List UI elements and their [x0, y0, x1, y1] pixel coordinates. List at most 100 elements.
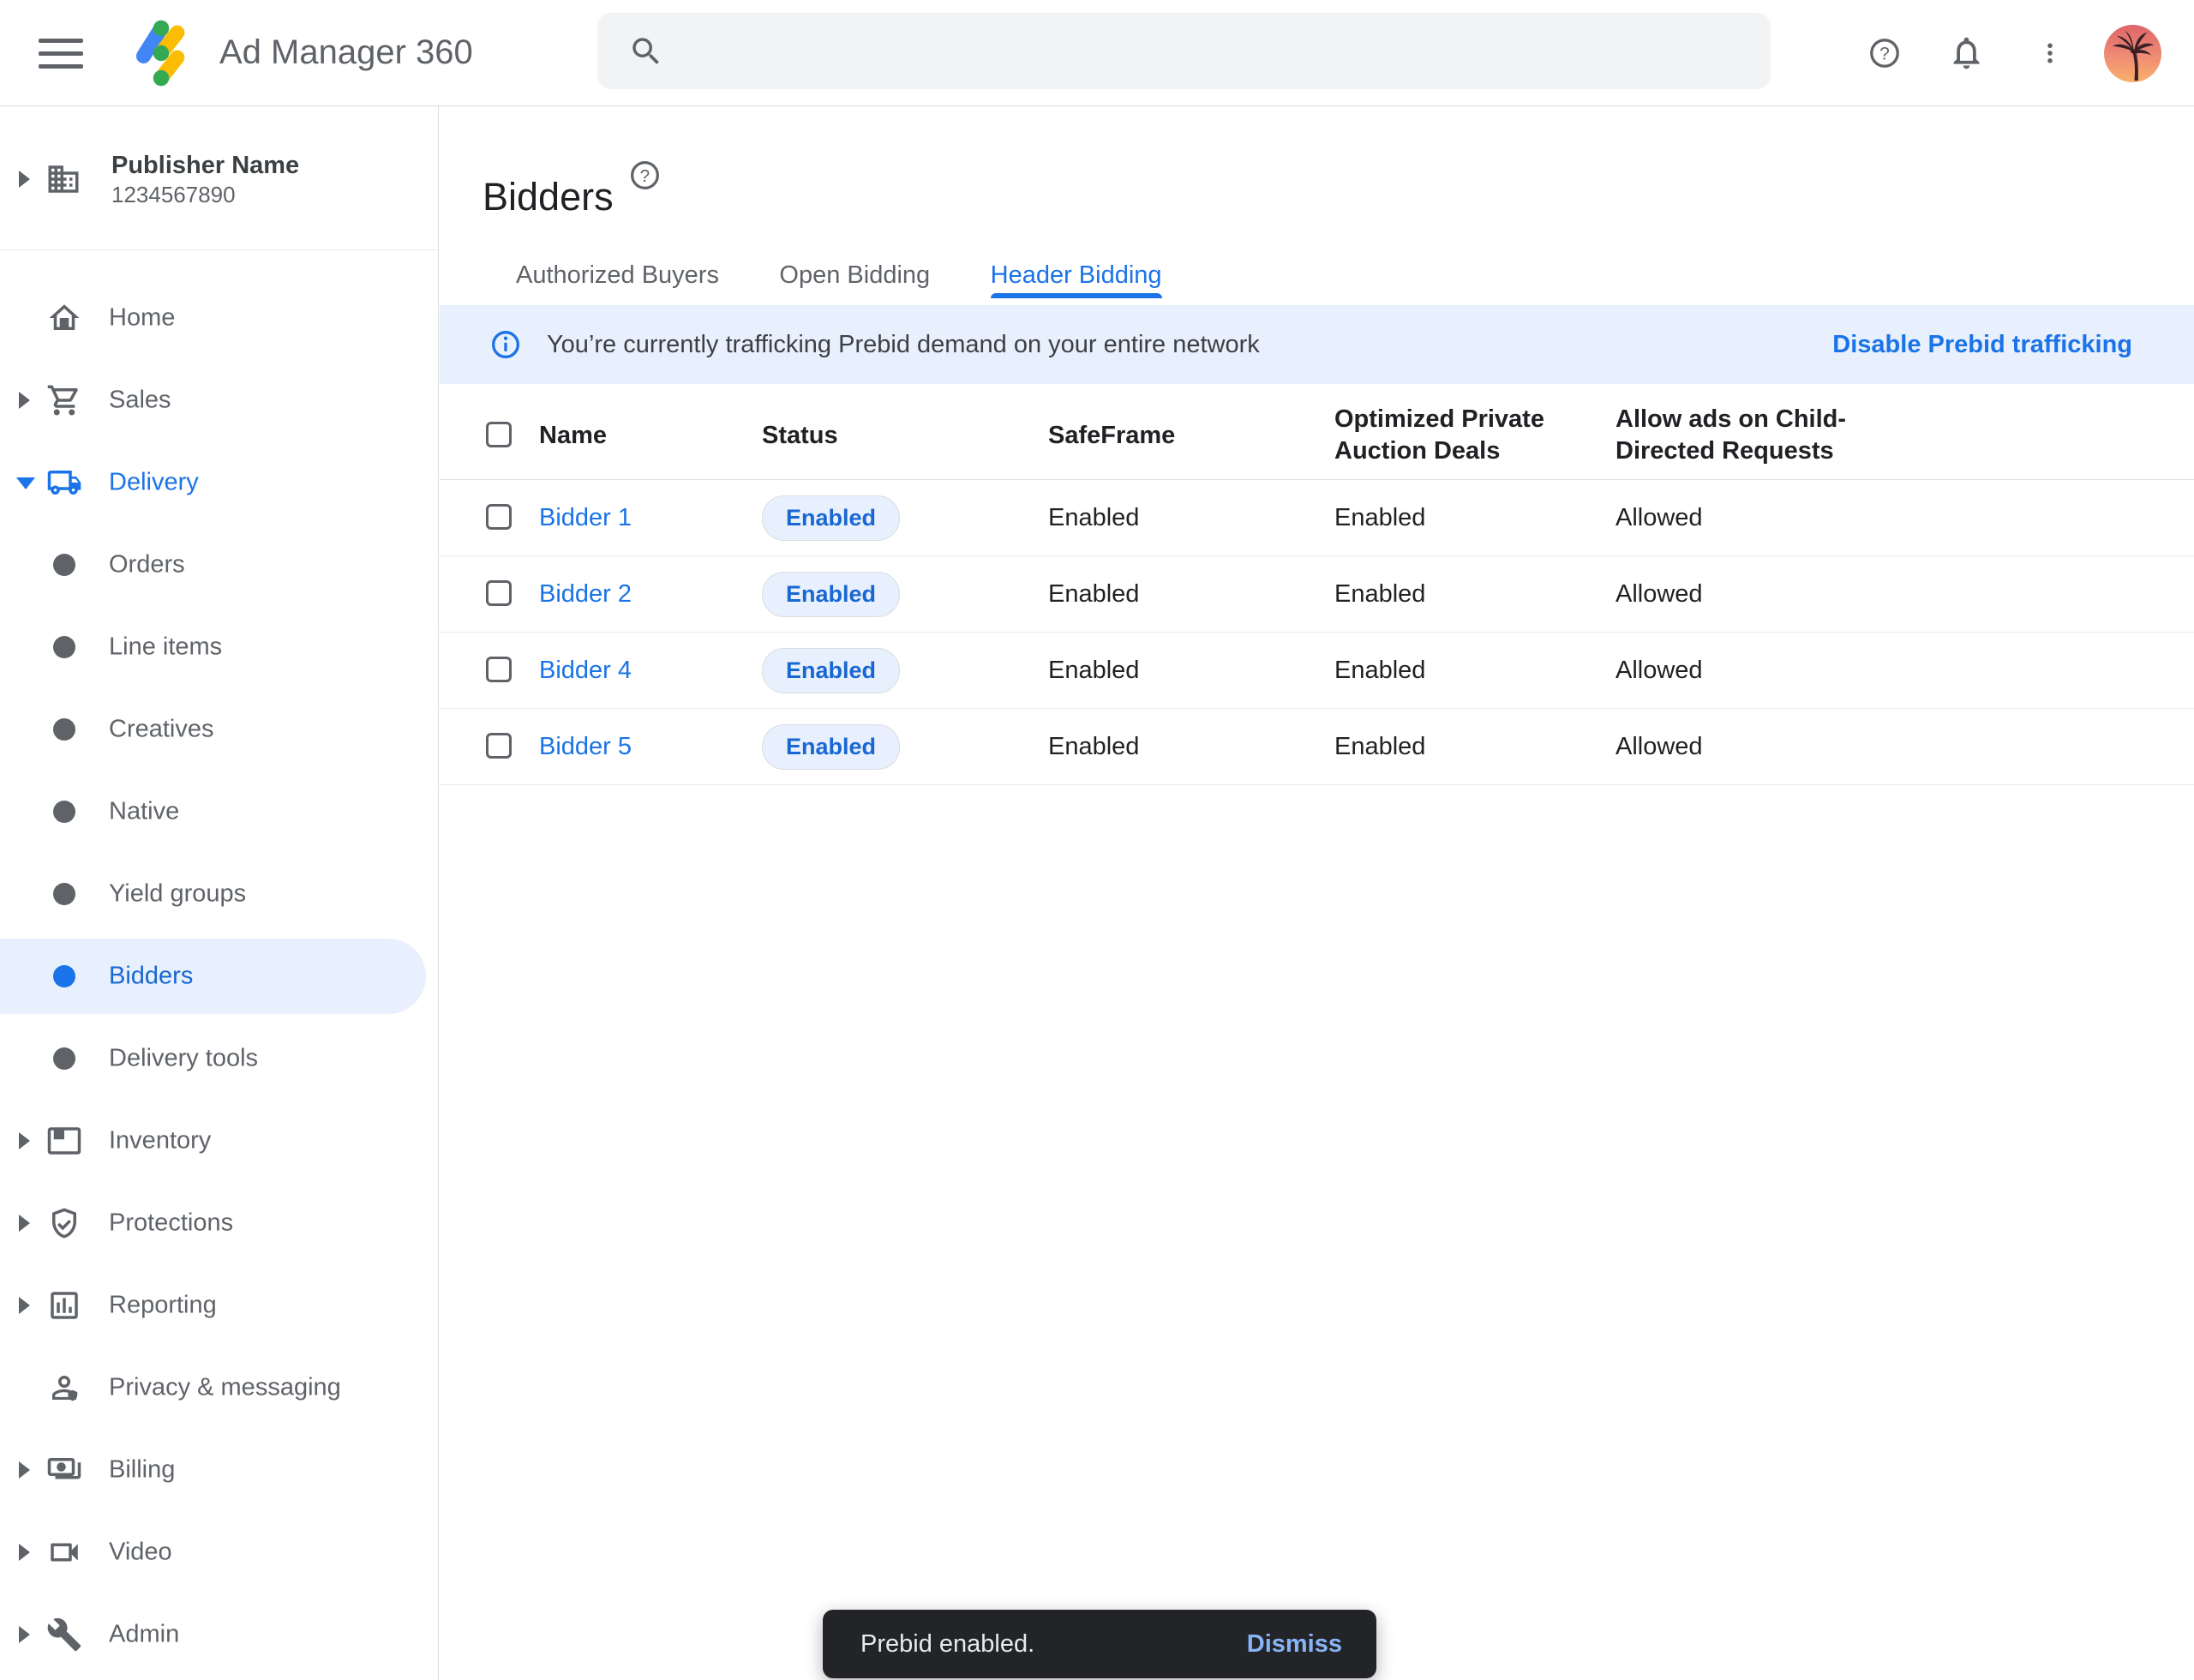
sidebar-item-yield-groups[interactable]: Yield groups	[0, 856, 438, 932]
banner-message: You’re currently trafficking Prebid dema…	[547, 331, 1260, 359]
svg-text:?: ?	[640, 166, 650, 186]
sidebar-item-video[interactable]: Video	[0, 1515, 438, 1590]
account-avatar[interactable]	[2104, 25, 2161, 82]
shield-check-icon	[46, 1205, 82, 1241]
disable-prebid-trafficking-link[interactable]: Disable Prebid trafficking	[1827, 330, 2137, 360]
sidebar-item-label: Native	[109, 798, 179, 826]
column-header-safeframe: SafeFrame	[1048, 420, 1334, 452]
sidebar-item-reporting[interactable]: Reporting	[0, 1268, 438, 1343]
sidebar-item-delivery-tools[interactable]: Delivery tools	[0, 1021, 438, 1096]
sidebar-item-bidders[interactable]: Bidders	[0, 939, 438, 1014]
sidebar-item-home[interactable]: Home	[0, 280, 438, 356]
caret-right-icon	[19, 1626, 30, 1643]
overflow-menu-button[interactable]	[2037, 36, 2063, 70]
sidebar-item-label: Reporting	[109, 1292, 217, 1320]
private-auction-value: Enabled	[1334, 580, 1616, 609]
prebid-info-banner: You’re currently trafficking Prebid dema…	[440, 305, 2194, 384]
help-button[interactable]: ?	[1867, 35, 1903, 71]
child-directed-value: Allowed	[1616, 504, 2194, 532]
page-help-button[interactable]: ?	[627, 158, 662, 193]
safeframe-value: Enabled	[1048, 657, 1334, 685]
bidder-link[interactable]: Bidder 5	[539, 733, 632, 760]
sidebar-item-creatives[interactable]: Creatives	[0, 692, 438, 767]
app-title: Ad Manager 360	[219, 0, 473, 105]
sidebar-item-native[interactable]: Native	[0, 774, 438, 849]
info-icon	[489, 327, 523, 362]
help-icon: ?	[1867, 35, 1903, 71]
sidebar-item-label: Creatives	[109, 716, 214, 744]
toast-message: Prebid enabled.	[860, 1630, 1034, 1659]
row-checkbox[interactable]	[486, 657, 512, 682]
sidebar-item-privacy-messaging[interactable]: Privacy & messaging	[0, 1350, 438, 1425]
sidebar-item-label: Sales	[109, 387, 171, 415]
sidebar-item-label: Admin	[109, 1621, 179, 1649]
table-row: Bidder 2 Enabled Enabled Enabled Allowed	[440, 556, 2194, 633]
bidders-table: Name Status SafeFrame Optimized Private …	[440, 392, 2194, 785]
publisher-selector[interactable]: Publisher Name 1234567890	[0, 136, 438, 222]
sidebar-item-billing[interactable]: Billing	[0, 1432, 438, 1508]
column-header-private-auction: Optimized Private Auction Deals	[1334, 404, 1616, 467]
sidebar-item-label: Delivery tools	[109, 1045, 258, 1073]
sidebar-item-label: Delivery	[109, 469, 199, 497]
sidebar-item-label: Privacy & messaging	[109, 1374, 341, 1402]
bullet-icon	[53, 801, 75, 823]
caret-right-icon	[19, 392, 30, 409]
tab-header-bidding[interactable]: Header Bidding	[962, 252, 1190, 298]
row-checkbox[interactable]	[486, 504, 512, 530]
bidders-tab-bar: Authorized Buyers Open Bidding Header Bi…	[488, 252, 1190, 298]
left-navigation: Publisher Name 1234567890 Home Sales	[0, 106, 439, 1680]
bell-icon	[1947, 33, 1986, 72]
person-badge-icon	[46, 1370, 82, 1406]
sidebar-item-delivery[interactable]: Delivery	[0, 445, 438, 520]
sidebar-item-protections[interactable]: Protections	[0, 1185, 438, 1261]
sidebar-item-orders[interactable]: Orders	[0, 527, 438, 603]
palm-tree-avatar-image	[2104, 25, 2161, 82]
sidebar-item-admin[interactable]: Admin	[0, 1597, 438, 1672]
bullet-icon	[53, 1047, 75, 1070]
publisher-id: 1234567890	[111, 181, 299, 208]
snackbar-toast: Prebid enabled. Dismiss	[823, 1610, 1376, 1678]
sidebar-item-inventory[interactable]: Inventory	[0, 1103, 438, 1179]
sidebar-item-label: Inventory	[109, 1127, 211, 1155]
svg-text:?: ?	[1879, 45, 1890, 64]
cart-icon	[46, 382, 82, 418]
bidder-link[interactable]: Bidder 1	[539, 504, 632, 531]
table-header-row: Name Status SafeFrame Optimized Private …	[440, 392, 2194, 480]
row-checkbox[interactable]	[486, 580, 512, 606]
tab-authorized-buyers[interactable]: Authorized Buyers	[488, 252, 747, 298]
videocam-icon	[46, 1534, 82, 1570]
search-input[interactable]	[685, 25, 1745, 78]
select-all-checkbox[interactable]	[486, 422, 512, 447]
bullet-icon	[53, 965, 75, 987]
status-badge: Enabled	[762, 572, 900, 617]
child-directed-value: Allowed	[1616, 657, 2194, 685]
ad-manager-logo-icon	[126, 16, 196, 90]
status-badge: Enabled	[762, 724, 900, 770]
kebab-icon	[2037, 36, 2063, 70]
sidebar-item-label: Home	[109, 304, 175, 333]
sidebar-item-line-items[interactable]: Line items	[0, 609, 438, 685]
bullet-icon	[53, 554, 75, 576]
bidder-link[interactable]: Bidder 2	[539, 580, 632, 608]
dismiss-button[interactable]: Dismiss	[1242, 1629, 1347, 1659]
ad-manager-app: Ad Manager 360 ?	[0, 0, 2194, 1680]
caret-right-icon	[19, 1544, 30, 1561]
sidebar-item-label: Video	[109, 1539, 172, 1567]
hamburger-menu-button[interactable]	[39, 39, 83, 69]
bidder-link[interactable]: Bidder 4	[539, 657, 632, 684]
sidebar-item-sales[interactable]: Sales	[0, 363, 438, 438]
table-row: Bidder 1 Enabled Enabled Enabled Allowed	[440, 480, 2194, 556]
column-header-name: Name	[539, 420, 762, 452]
row-checkbox[interactable]	[486, 733, 512, 759]
caret-right-icon	[19, 1297, 30, 1314]
private-auction-value: Enabled	[1334, 733, 1616, 761]
sidebar-item-label: Bidders	[109, 963, 193, 991]
caret-right-icon	[19, 1132, 30, 1149]
global-search-bar	[597, 13, 1771, 89]
page-title: Bidders	[483, 170, 614, 225]
bullet-icon	[53, 883, 75, 905]
tab-open-bidding[interactable]: Open Bidding	[751, 252, 958, 298]
notifications-button[interactable]	[1947, 33, 1986, 72]
sidebar-item-label: Yield groups	[109, 880, 246, 909]
bar-chart-icon	[46, 1287, 82, 1323]
